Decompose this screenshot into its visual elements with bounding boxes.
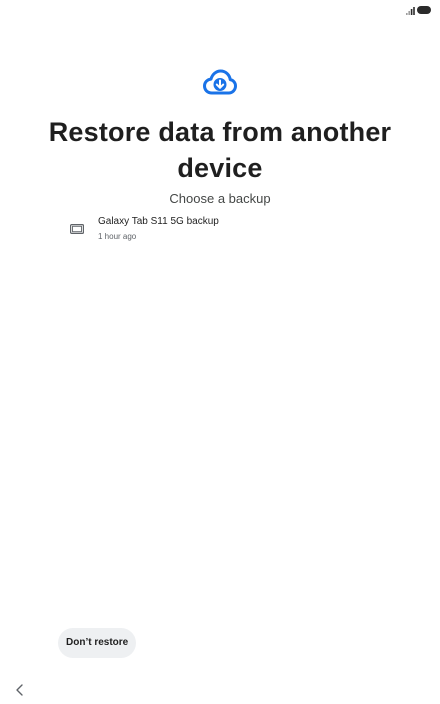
status-bar bbox=[0, 0, 440, 22]
backup-name: Galaxy Tab S11 5G backup bbox=[98, 216, 219, 227]
subtitle: Choose a backup bbox=[169, 191, 271, 206]
tablet-icon bbox=[70, 224, 84, 234]
page-title: Restore data from another device bbox=[48, 117, 392, 183]
back-chevron-icon[interactable] bbox=[12, 682, 28, 698]
battery-icon bbox=[417, 6, 431, 14]
backup-item[interactable]: Galaxy Tab S11 5G backup 1 hour ago bbox=[56, 211, 386, 247]
dont-restore-button[interactable]: Don’t restore bbox=[58, 628, 137, 658]
backup-time: 1 hour ago bbox=[98, 232, 137, 241]
cloud-download-icon bbox=[203, 69, 237, 95]
restore-screen: Restore data from another device Choose … bbox=[0, 0, 440, 704]
signal-icon bbox=[406, 7, 415, 15]
